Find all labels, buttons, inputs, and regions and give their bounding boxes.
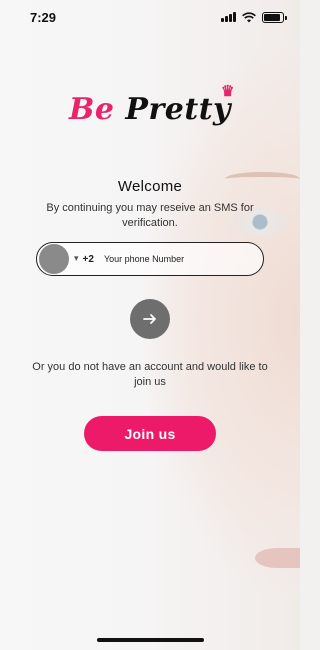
- status-time: 7:29: [30, 9, 57, 25]
- next-button[interactable]: [130, 299, 170, 339]
- wifi-icon: [242, 11, 256, 22]
- country-flag-icon[interactable]: [39, 244, 69, 274]
- home-indicator[interactable]: [97, 638, 204, 642]
- dial-code[interactable]: +2: [83, 254, 94, 265]
- logo-text-pretty: Pretty ♛: [125, 82, 234, 127]
- arrow-right-icon: [143, 314, 156, 324]
- logo-text-be: Be: [68, 92, 115, 127]
- battery-icon: [262, 11, 287, 23]
- background-lips: [255, 548, 300, 568]
- country-dropdown-caret[interactable]: ▾: [74, 254, 79, 264]
- phone-number-field: ▾ +2: [36, 242, 264, 276]
- welcome-subtitle: By continuing you may reseive an SMS for…: [46, 202, 254, 229]
- join-prompt: Or you do not have an account and would …: [32, 361, 268, 388]
- battery-level: [264, 13, 281, 21]
- logo-text-pretty-label: Pretty: [125, 92, 231, 127]
- crown-icon: ♛: [221, 82, 235, 100]
- status-icons: [221, 11, 287, 23]
- status-bar: 7:29: [0, 0, 300, 34]
- welcome-title: Welcome: [117, 178, 183, 195]
- join-us-button[interactable]: Join us: [84, 416, 216, 451]
- app-logo: Be Pretty ♛: [0, 82, 300, 127]
- phone-input[interactable]: [103, 254, 234, 264]
- cellular-signal-icon: [221, 12, 236, 22]
